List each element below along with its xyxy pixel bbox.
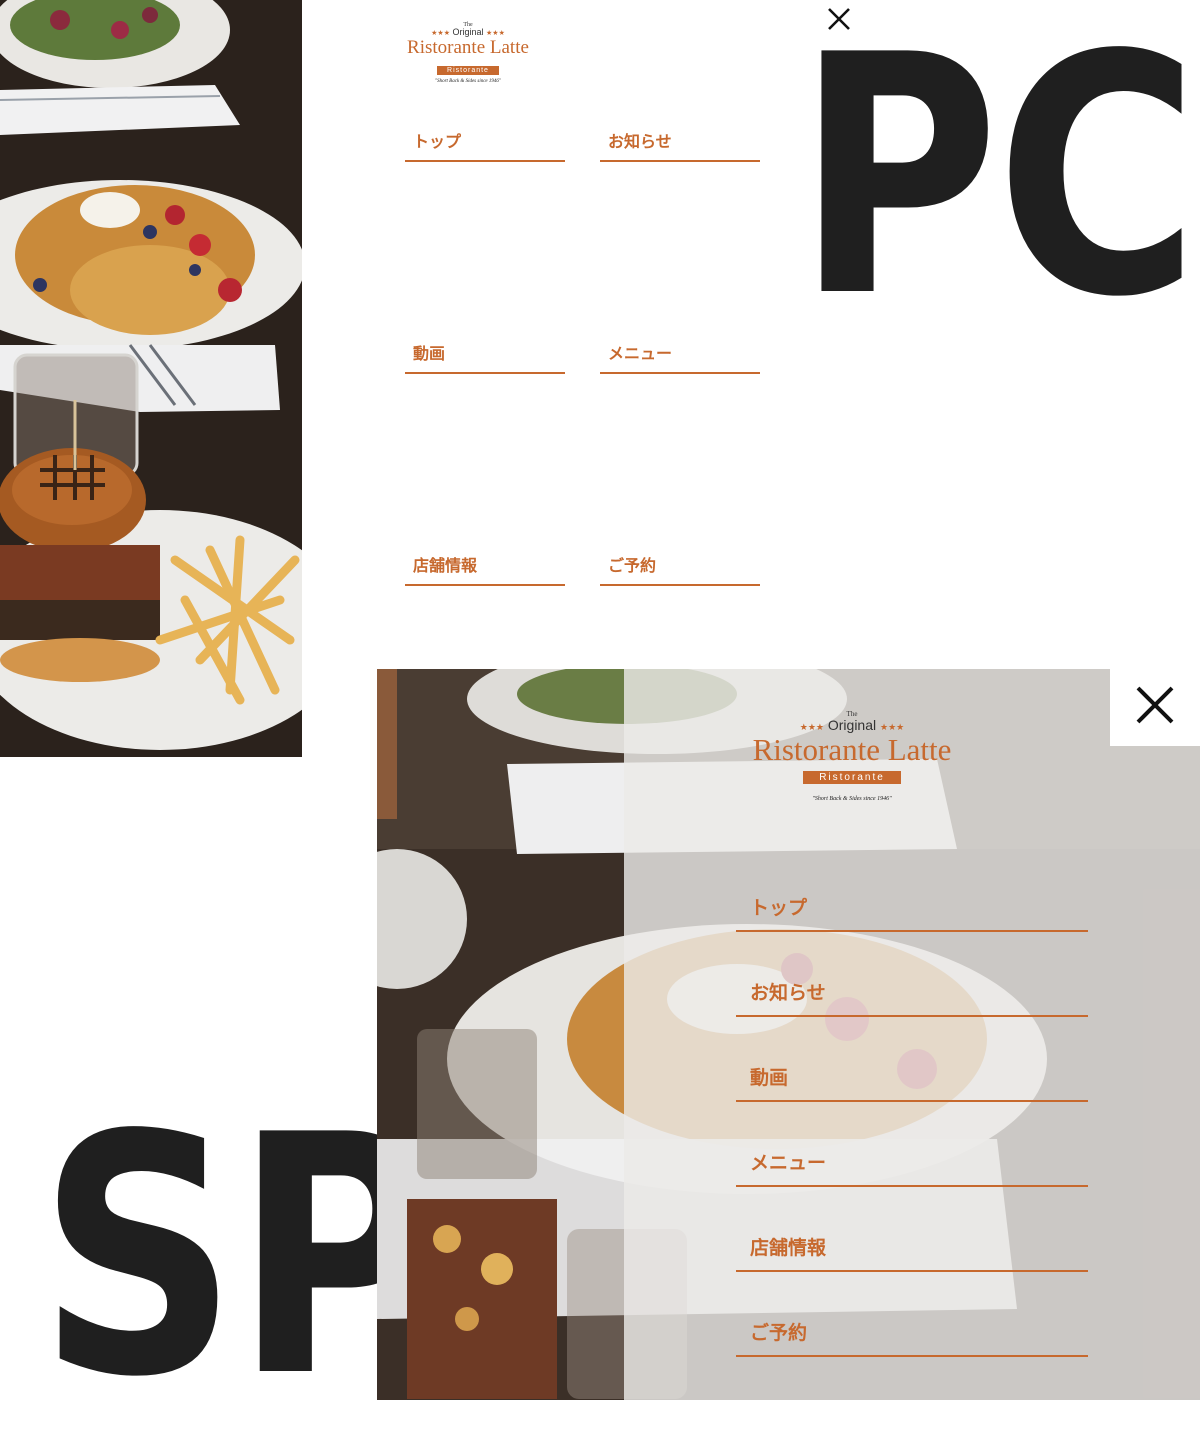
sp-menu-item-news[interactable]: お知らせ: [736, 972, 1088, 1017]
logo-banner: Ristorante: [437, 66, 499, 75]
logo-name: Ristorante Latte: [407, 37, 529, 58]
logo-original-text: Original: [827, 717, 877, 733]
logo-name: Ristorante Latte: [752, 732, 952, 767]
pc-close-button[interactable]: [826, 6, 852, 32]
sp-menu-item-top[interactable]: トップ: [736, 887, 1088, 932]
sp-screen: The ★★★ Original ★★★ Ristorante Latte Ri…: [377, 669, 1200, 1400]
sp-menu-item-video[interactable]: 動画: [736, 1057, 1088, 1102]
sp-menu-item-reservation[interactable]: ご予約: [736, 1312, 1088, 1357]
logo-banner: Ristorante: [803, 771, 901, 784]
sp-menu-item-store-info[interactable]: 店舗情報: [736, 1227, 1088, 1272]
pc-menu-item-menu[interactable]: メニュー: [600, 334, 760, 374]
close-icon: [1136, 686, 1174, 724]
logo-tagline: "Short Back & Sides since 1946": [435, 79, 501, 84]
logo-stars-right: ★★★: [486, 30, 505, 37]
pc-menu-item-news[interactable]: お知らせ: [600, 122, 760, 162]
logo-tagline: "Short Back & Sides since 1946": [812, 796, 892, 802]
logo-original: ★★★ Original ★★★: [737, 718, 967, 732]
pc-food-photo: [0, 0, 302, 757]
logo-original: ★★★ Original ★★★: [398, 27, 538, 38]
sp-label: SP: [38, 1065, 437, 1449]
logo-stars-right: ★★★: [880, 722, 905, 732]
pc-menu-item-top[interactable]: トップ: [405, 122, 565, 162]
pc-logo[interactable]: The ★★★ Original ★★★ Ristorante Latte Ri…: [398, 22, 538, 84]
sp-logo[interactable]: The ★★★ Original ★★★ Ristorante Latte Ri…: [737, 711, 967, 803]
pc-menu-item-video[interactable]: 動画: [405, 334, 565, 374]
close-icon: [828, 8, 850, 30]
logo-stars-left: ★★★: [431, 30, 450, 37]
pc-label: PC: [796, 0, 1199, 369]
logo-original-text: Original: [452, 27, 484, 37]
pc-menu-item-reservation[interactable]: ご予約: [600, 546, 760, 586]
pc-menu-item-store-info[interactable]: 店舗情報: [405, 546, 565, 586]
sp-close-button[interactable]: [1110, 669, 1200, 746]
sp-menu-item-menu[interactable]: メニュー: [736, 1142, 1088, 1187]
logo-stars-left: ★★★: [799, 722, 824, 732]
